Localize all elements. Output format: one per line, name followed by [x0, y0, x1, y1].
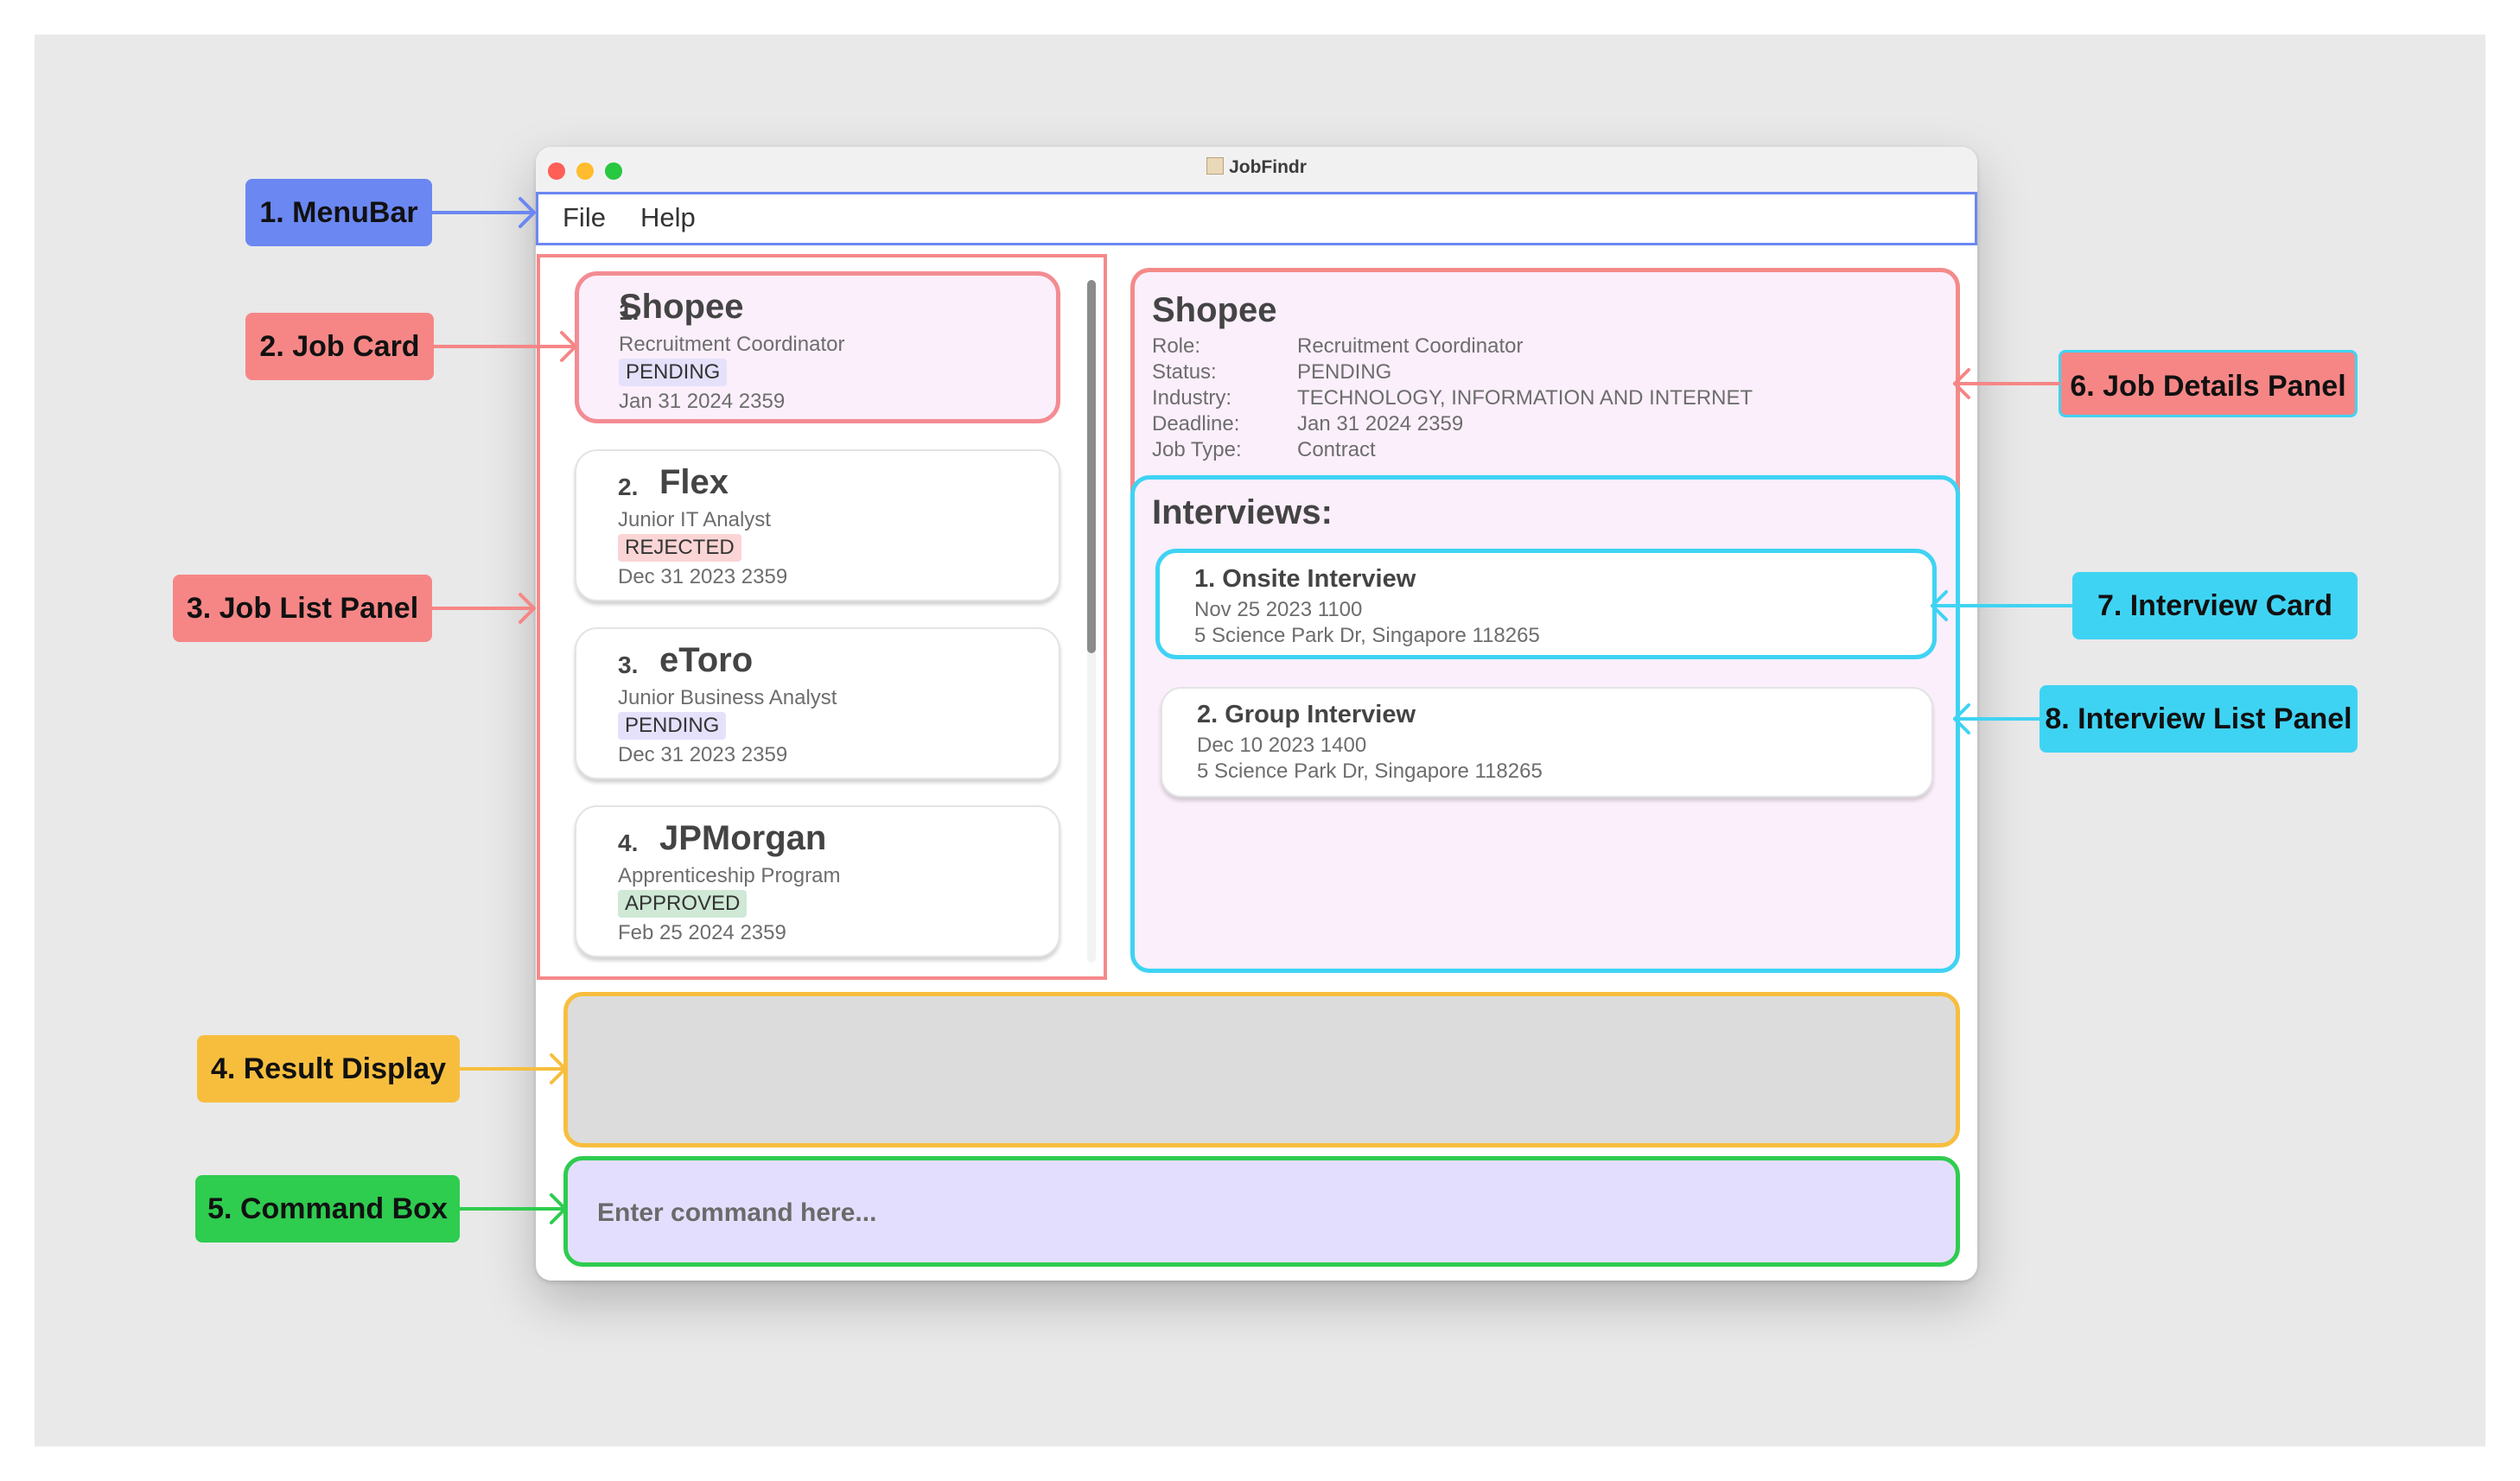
arrow-interview-list-panel — [1953, 703, 2041, 734]
arrow-job-list-panel — [430, 593, 536, 624]
arrow-menubar — [430, 197, 536, 228]
arrow-result-display — [458, 1053, 567, 1084]
arrow-interview-card — [1931, 590, 2074, 621]
arrow-job-card — [432, 331, 577, 362]
arrow-job-details-panel — [1953, 368, 2060, 399]
annotation-arrows — [430, 197, 2074, 1224]
arrow-command-box — [458, 1193, 567, 1224]
